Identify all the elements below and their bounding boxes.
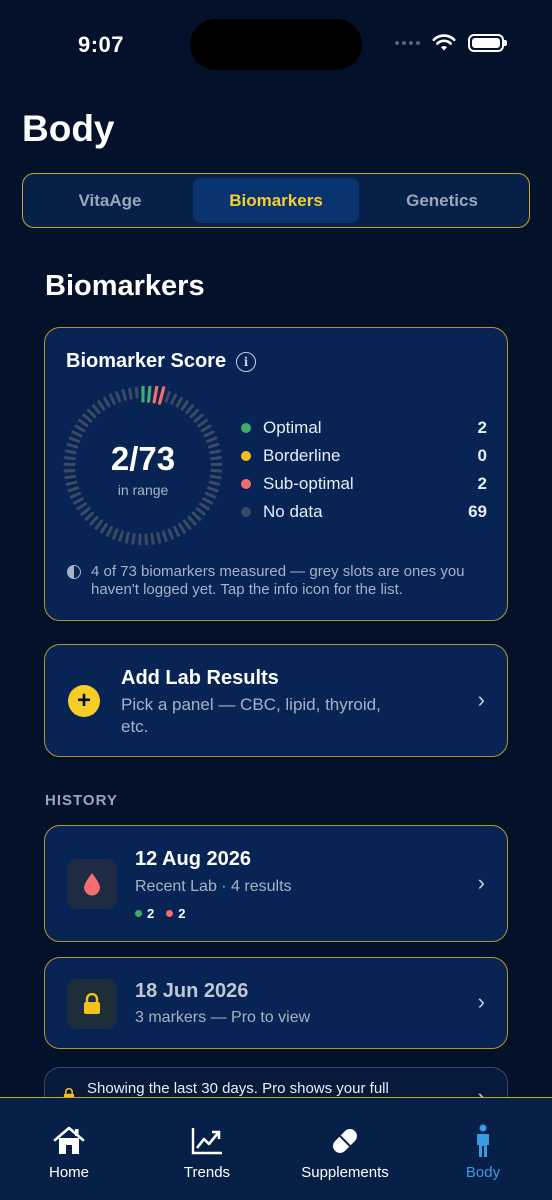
suboptimal-badge: 2 xyxy=(166,906,185,921)
add-lab-results-button[interactable]: + Add Lab Results Pick a panel — CBC, li… xyxy=(44,644,508,757)
add-lab-subtitle: Pick a panel — CBC, lipid, thyroid, etc. xyxy=(121,695,381,736)
section-title: Biomarkers xyxy=(45,270,205,302)
legend-count: 2 xyxy=(477,418,487,437)
nodata-dot xyxy=(241,507,251,517)
score-legend: Optimal 2 Borderline 0 Sub-optimal 2 No … xyxy=(241,414,487,526)
history-subtitle: 3 markers — Pro to view xyxy=(135,1009,311,1026)
history-badges: 2 2 xyxy=(135,906,185,921)
trends-icon xyxy=(190,1124,224,1158)
status-bar: 9:07 xyxy=(0,0,552,90)
info-icon[interactable]: i xyxy=(236,351,257,372)
segmented-control: VitaAge Biomarkers Genetics xyxy=(22,173,530,228)
score-ring: 2/73 in range xyxy=(63,383,223,546)
half-circle-icon xyxy=(67,565,81,579)
lock-icon xyxy=(67,979,117,1029)
score-value: 2/73 xyxy=(110,440,176,477)
suboptimal-dot xyxy=(241,479,251,489)
plus-icon: + xyxy=(68,685,100,717)
signal-icon xyxy=(395,41,420,45)
tab-vitaage[interactable]: VitaAge xyxy=(27,178,193,223)
score-value-sub: in range xyxy=(117,482,169,498)
wifi-icon xyxy=(432,34,456,51)
legend-count: 0 xyxy=(477,446,487,465)
ring-center: 2/73 in range xyxy=(63,386,223,546)
tab-biomarkers[interactable]: Biomarkers xyxy=(193,178,359,223)
legend-count: 2 xyxy=(477,474,487,493)
battery-icon xyxy=(468,34,507,52)
optimal-badge: 2 xyxy=(135,906,154,921)
history-label: HISTORY xyxy=(45,792,118,809)
tab-genetics[interactable]: Genetics xyxy=(359,178,525,223)
tab-supplements[interactable]: Supplements xyxy=(276,1098,414,1200)
score-note: 4 of 73 biomarkers measured — grey slots… xyxy=(67,563,487,599)
history-date: 12 Aug 2026 xyxy=(135,848,251,870)
history-subtitle: Recent Lab · 4 results xyxy=(135,878,292,895)
optimal-dot xyxy=(241,423,251,433)
add-lab-title: Add Lab Results xyxy=(121,667,279,689)
home-icon xyxy=(52,1124,86,1158)
chevron-right-icon: › xyxy=(477,989,485,1014)
score-note-text: 4 of 73 biomarkers measured — grey slots… xyxy=(91,563,465,598)
tab-label: Home xyxy=(48,1164,89,1181)
legend-row-optimal: Optimal 2 xyxy=(241,414,487,442)
tab-label: Body xyxy=(465,1164,501,1181)
history-item[interactable]: 12 Aug 2026 Recent Lab · 4 results 2 2 › xyxy=(44,825,508,942)
tab-label: Trends xyxy=(183,1164,231,1181)
tab-body[interactable]: Body xyxy=(414,1098,552,1200)
tab-bar: Home Trends Supplements Body xyxy=(0,1097,552,1200)
score-title: Biomarker Score xyxy=(66,350,227,372)
chevron-right-icon: › xyxy=(477,870,485,895)
legend-row-suboptimal: Sub-optimal 2 xyxy=(241,470,487,498)
optimal-count: 2 xyxy=(147,906,155,921)
page-title: Body xyxy=(22,108,115,149)
history-date: 18 Jun 2026 xyxy=(135,980,249,1002)
person-icon xyxy=(473,1124,493,1158)
dynamic-island xyxy=(190,19,362,70)
status-icons xyxy=(395,34,507,52)
borderline-dot xyxy=(241,451,251,461)
status-time: 9:07 xyxy=(78,32,125,57)
chevron-right-icon: › xyxy=(477,687,485,712)
legend-row-nodata: No data 69 xyxy=(241,498,487,526)
legend-label: Optimal xyxy=(263,418,322,437)
biomarker-score-card: Biomarker Score i 2/73 in range Optimal … xyxy=(44,327,508,621)
legend-label: No data xyxy=(263,502,323,521)
drop-icon xyxy=(67,859,117,909)
legend-label: Sub-optimal xyxy=(263,474,354,493)
tab-trends[interactable]: Trends xyxy=(138,1098,276,1200)
tab-label: Supplements xyxy=(301,1164,389,1181)
tab-home[interactable]: Home xyxy=(0,1098,138,1200)
suboptimal-count: 2 xyxy=(178,906,186,921)
legend-row-borderline: Borderline 0 xyxy=(241,442,487,470)
legend-label: Borderline xyxy=(263,446,341,465)
legend-count: 69 xyxy=(468,502,487,521)
history-item-locked[interactable]: 18 Jun 2026 3 markers — Pro to view › xyxy=(44,957,508,1049)
pill-icon xyxy=(328,1124,362,1158)
score-title-row: Biomarker Score i xyxy=(66,350,257,373)
banner-text: Showing the last 30 days. Pro shows your… xyxy=(87,1080,389,1097)
